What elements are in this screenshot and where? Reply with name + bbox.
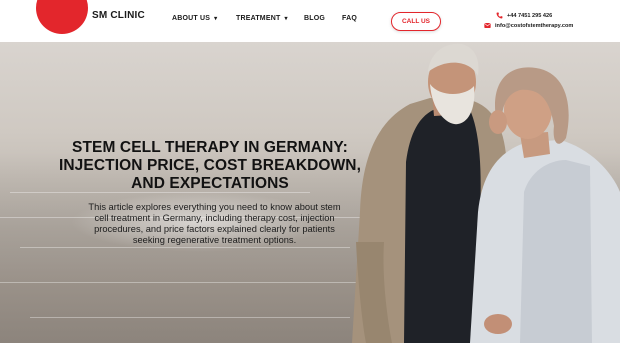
hero-description: This article explores everything you nee…: [67, 202, 362, 246]
contact-email[interactable]: info@costofstemtherapy.com: [484, 22, 573, 29]
title-line: INJECTION PRICE, COST BREAKDOWN,: [58, 157, 362, 174]
description-line: cell treatment in Germany, including the…: [94, 213, 335, 223]
description-line: procedures, and price factors explained …: [94, 224, 335, 234]
hero-content: STEM CELL THERAPY IN GERMANY: INJECTION …: [55, 139, 365, 193]
page-title: STEM CELL THERAPY IN GERMANY: INJECTION …: [55, 139, 365, 193]
nav-item-label: ABOUT US: [172, 15, 211, 22]
nav-item-label: FAQ: [342, 15, 357, 22]
brand-name[interactable]: SM CLINIC: [92, 10, 145, 21]
envelope-icon: [484, 22, 491, 29]
title-line: AND EXPECTATIONS: [131, 175, 289, 192]
logo-mark: [36, 0, 88, 34]
nav-item-faq[interactable]: FAQ: [342, 15, 357, 22]
nav-item-label: TREATMENT: [236, 15, 281, 22]
hero-section: STEM CELL THERAPY IN GERMANY: INJECTION …: [0, 42, 620, 343]
description-line: seeking regenerative treatment options.: [132, 235, 297, 245]
phone-icon: [496, 12, 503, 19]
title-line: STEM CELL THERAPY IN GERMANY:: [72, 139, 348, 156]
nav-item-about-us[interactable]: ABOUT US ▾: [172, 15, 217, 22]
nav-item-treatment[interactable]: TREATMENT ▾: [236, 15, 288, 22]
nav-item-blog[interactable]: BLOG: [304, 15, 325, 22]
chevron-down-icon: ▾: [214, 16, 218, 22]
site-header: SM CLINIC ABOUT US ▾ TREATMENT ▾ BLOG FAQ …: [0, 0, 620, 42]
description-line: This article explores everything you nee…: [88, 202, 341, 212]
contact-phone[interactable]: +44 7451 295 426: [496, 12, 552, 19]
phone-number: +44 7451 295 426: [507, 12, 553, 19]
nav-item-label: BLOG: [304, 15, 326, 22]
email-address: info@costofstemtherapy.com: [495, 22, 574, 29]
chevron-down-icon: ▾: [284, 16, 288, 22]
logo[interactable]: [36, 0, 88, 34]
call-us-button[interactable]: CALL US: [391, 12, 441, 31]
